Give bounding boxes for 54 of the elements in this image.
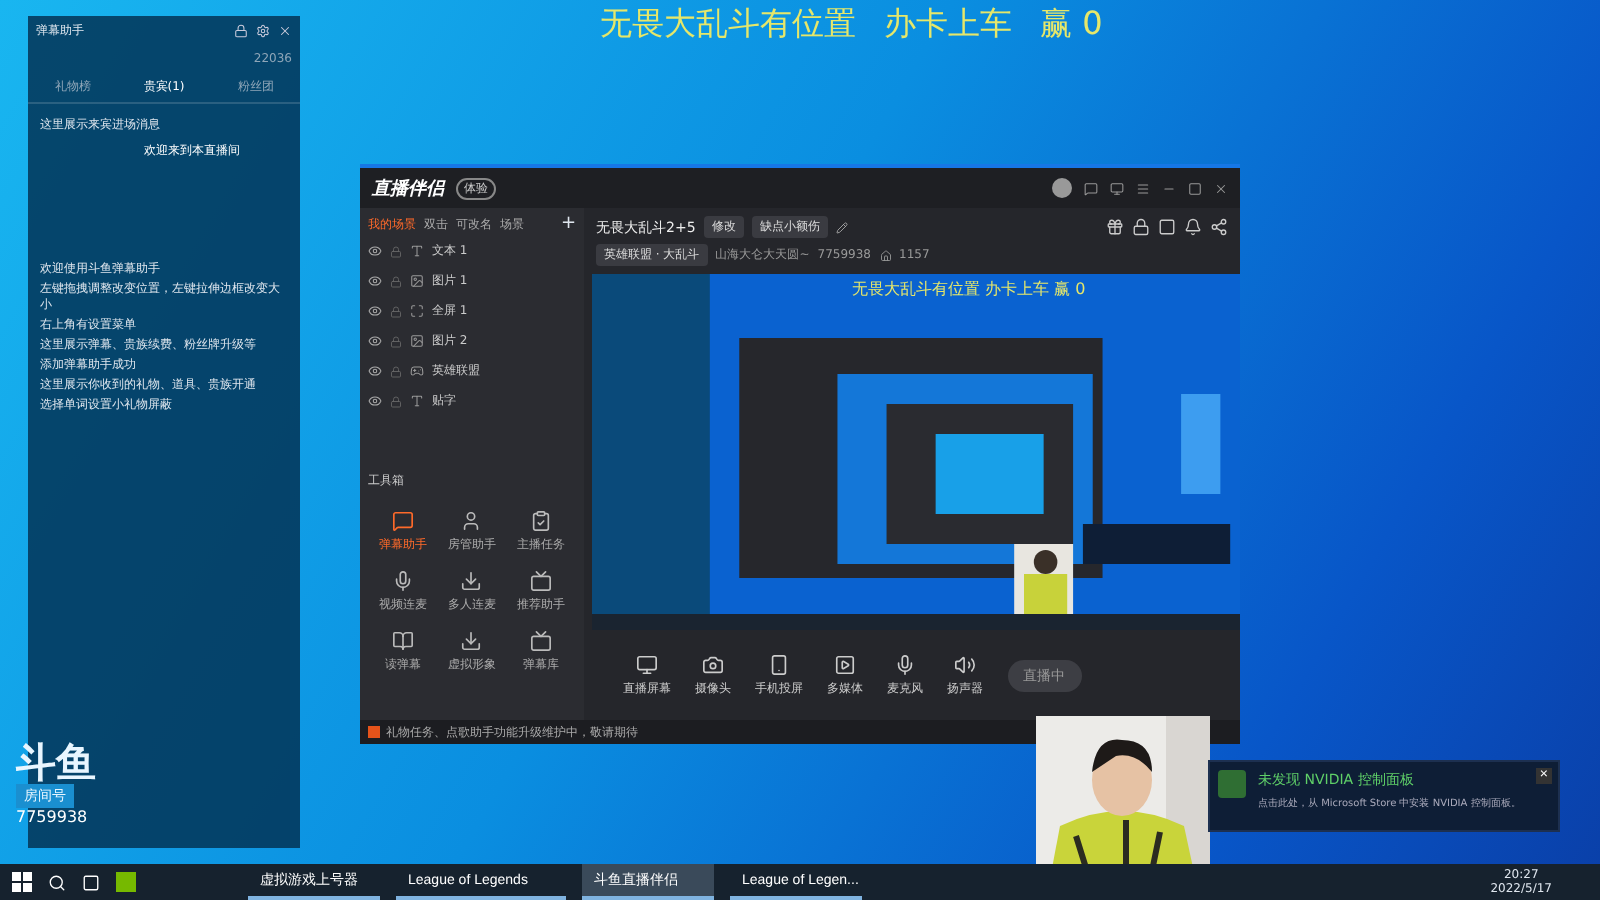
stream-caption: 无畏大乱斗有位置 <box>600 4 856 46</box>
search-icon[interactable] <box>48 873 66 891</box>
lock-icon[interactable] <box>1132 218 1150 236</box>
control-icon <box>702 653 724 675</box>
control-icon <box>894 653 916 675</box>
source-icon <box>410 274 424 288</box>
task-view-icon[interactable] <box>82 873 100 891</box>
add-button[interactable]: + <box>560 214 576 234</box>
tool-icon[interactable] <box>530 570 553 592</box>
source-icon <box>410 394 424 408</box>
tool-icon[interactable] <box>391 570 414 592</box>
tool-icon[interactable] <box>391 510 414 532</box>
eye-icon[interactable] <box>368 364 382 378</box>
message-icon[interactable] <box>1084 181 1098 195</box>
preview-caption: 无畏大乱斗有位置 办卡上车 赢 0 <box>852 278 1086 300</box>
room-number: 7759938 <box>16 808 88 826</box>
tool-icon[interactable] <box>460 510 483 532</box>
tool-icon[interactable] <box>530 630 553 652</box>
tool-icon[interactable] <box>530 510 553 532</box>
eye-icon[interactable] <box>368 274 382 288</box>
source-icon <box>410 334 424 348</box>
tool-icon[interactable] <box>460 630 483 652</box>
eye-icon[interactable] <box>368 244 382 258</box>
control-icon <box>768 653 790 675</box>
home-icon <box>879 249 891 261</box>
close-icon[interactable] <box>278 24 292 38</box>
app-logo: 直播伴侣 <box>372 176 444 201</box>
source-icon <box>410 304 424 318</box>
settings-icon[interactable] <box>256 24 270 38</box>
logo-text: 斗鱼 <box>16 740 96 784</box>
windows-icon[interactable] <box>12 872 32 892</box>
close-icon[interactable] <box>1214 181 1228 195</box>
tool-icon[interactable] <box>460 570 483 592</box>
control-icon <box>636 653 658 675</box>
tool-icon[interactable] <box>391 630 414 652</box>
monitor-icon[interactable] <box>1110 181 1124 195</box>
eye-icon[interactable] <box>368 304 382 318</box>
eye-icon[interactable] <box>368 334 382 348</box>
gift-icon[interactable] <box>1106 218 1124 236</box>
share-icon[interactable] <box>1210 218 1228 236</box>
maximize-icon[interactable] <box>1188 181 1202 195</box>
avatar[interactable] <box>1052 178 1072 198</box>
stream-caption: 办卡上车 <box>884 4 1012 46</box>
control-icon <box>954 653 976 675</box>
box-icon[interactable] <box>1158 218 1176 236</box>
source-icon <box>410 244 424 258</box>
lock-icon[interactable] <box>234 24 248 38</box>
eye-icon[interactable] <box>368 394 382 408</box>
menu-icon[interactable] <box>1136 181 1150 195</box>
stream-caption: 赢 0 <box>1040 4 1103 46</box>
bell-icon[interactable] <box>1184 218 1202 236</box>
source-icon <box>410 364 424 378</box>
control-icon <box>834 653 856 675</box>
pencil-icon <box>835 221 848 233</box>
